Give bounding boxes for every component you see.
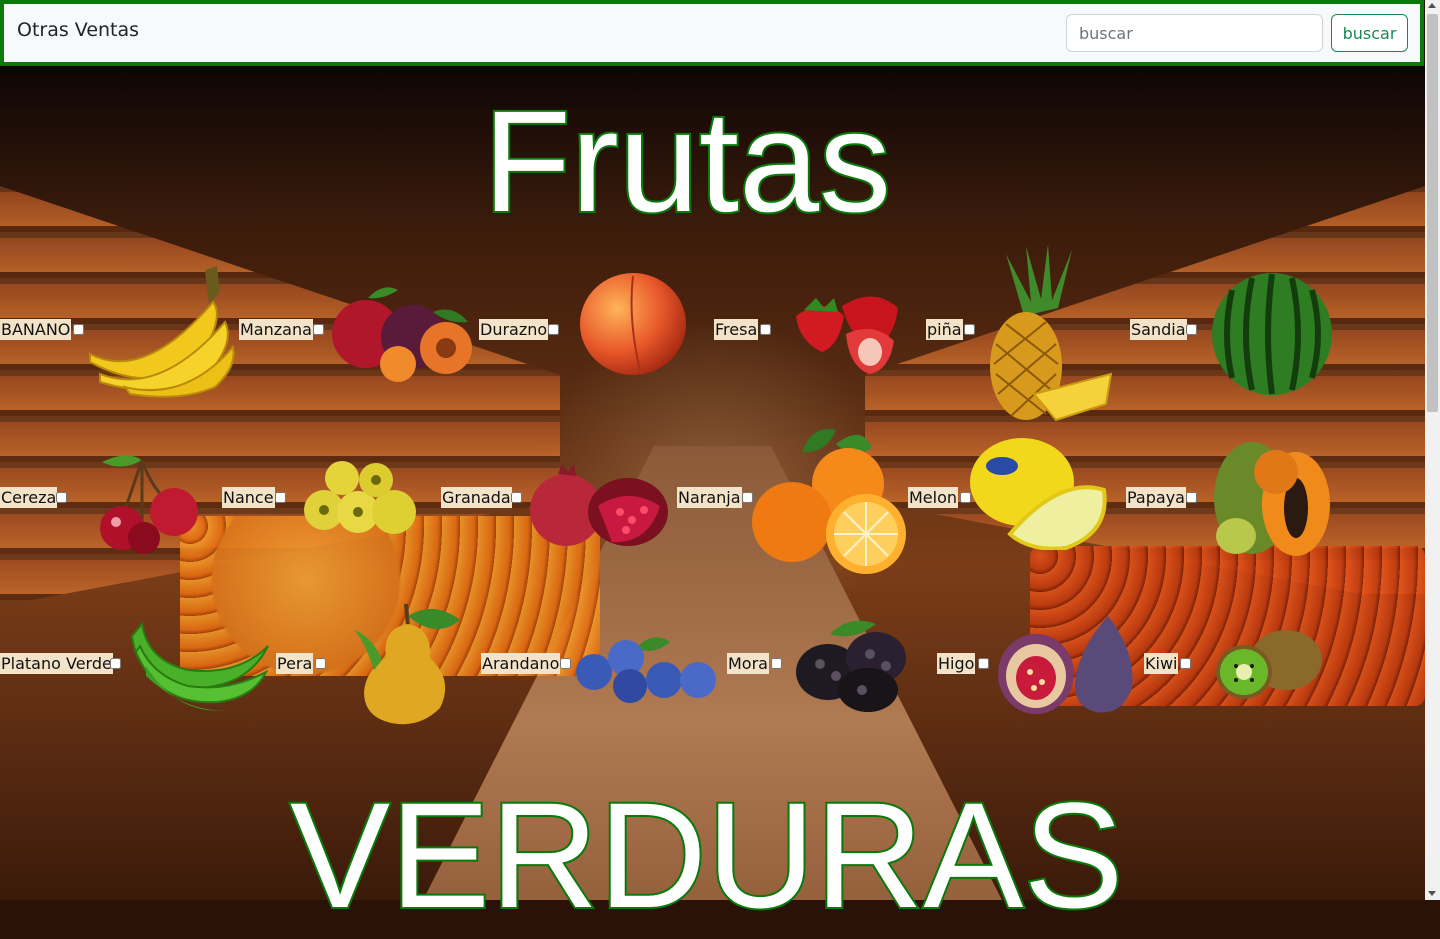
pomegranate-icon bbox=[530, 464, 668, 546]
fruit-label-platano-verde: Platano Verde bbox=[0, 653, 113, 674]
green-plantain-icon bbox=[130, 621, 269, 711]
fig-icon bbox=[998, 616, 1133, 714]
checkbox-naranja[interactable] bbox=[742, 492, 753, 503]
fruit-label-kiwi: Kiwi bbox=[1144, 653, 1179, 674]
fruit-label-cereza: Cereza bbox=[0, 487, 58, 508]
blackberry-icon bbox=[796, 620, 906, 712]
blueberry-icon bbox=[576, 637, 716, 703]
fruit-label-arandano: Arandano bbox=[481, 653, 561, 674]
watermelon-icon bbox=[1212, 273, 1332, 395]
checkbox-banano[interactable] bbox=[73, 324, 84, 335]
kiwi-icon bbox=[1216, 630, 1322, 699]
fruit-label-nance: Nance bbox=[222, 487, 275, 508]
cherry-icon bbox=[100, 455, 198, 554]
apple-icon bbox=[332, 287, 472, 382]
orange-icon bbox=[752, 428, 906, 574]
scroll-up-arrow-icon[interactable] bbox=[1428, 3, 1436, 8]
checkbox-nance[interactable] bbox=[275, 492, 286, 503]
scrollbar-thumb[interactable] bbox=[1427, 14, 1438, 412]
checkbox-sandia[interactable] bbox=[1186, 324, 1197, 335]
fruit-label-sandia: Sandia bbox=[1130, 319, 1187, 340]
fruit-label-granada: Granada bbox=[441, 487, 512, 508]
pear-icon bbox=[354, 603, 460, 725]
fruit-label-naranja: Naranja bbox=[677, 487, 742, 508]
page-scrollbar[interactable] bbox=[1425, 0, 1440, 900]
fruit-label-durazno: Durazno bbox=[479, 319, 549, 340]
checkbox-pera[interactable] bbox=[315, 658, 326, 669]
checkbox-kiwi[interactable] bbox=[1180, 658, 1191, 669]
fruit-label-pera: Pera bbox=[276, 653, 314, 674]
checkbox-durazno[interactable] bbox=[548, 324, 559, 335]
fruit-label-higo: Higo bbox=[937, 653, 976, 674]
fruit-label-papaya: Papaya bbox=[1126, 487, 1186, 508]
checkbox-arandano[interactable] bbox=[560, 658, 571, 669]
strawberry-icon bbox=[796, 296, 898, 374]
fruit-label-pina: piña bbox=[926, 319, 963, 340]
checkbox-platano-verde[interactable] bbox=[110, 658, 121, 669]
checkbox-fresa[interactable] bbox=[760, 324, 771, 335]
checkbox-melon[interactable] bbox=[960, 492, 971, 503]
navbar-brand[interactable]: Otras Ventas bbox=[17, 19, 139, 41]
verduras-heading: VERDURAS bbox=[288, 771, 1125, 939]
banana-icon bbox=[89, 266, 235, 398]
papaya-icon bbox=[1214, 442, 1330, 556]
checkbox-mora[interactable] bbox=[771, 658, 782, 669]
scroll-down-arrow-icon[interactable] bbox=[1428, 891, 1436, 896]
search-button[interactable]: buscar bbox=[1331, 14, 1408, 52]
fruit-label-fresa: Fresa bbox=[714, 319, 759, 340]
nance-icon bbox=[304, 461, 416, 534]
fruit-label-mora: Mora bbox=[727, 653, 769, 674]
fruit-label-manzana: Manzana bbox=[239, 319, 313, 340]
pineapple-icon bbox=[990, 244, 1113, 422]
checkbox-higo[interactable] bbox=[978, 658, 989, 669]
melon-icon bbox=[970, 438, 1107, 550]
checkbox-papaya[interactable] bbox=[1186, 492, 1197, 503]
search-input[interactable] bbox=[1066, 14, 1323, 52]
fruit-label-melon: Melon bbox=[908, 487, 959, 508]
peach-icon bbox=[580, 273, 686, 375]
checkbox-manzana[interactable] bbox=[313, 324, 324, 335]
checkbox-granada[interactable] bbox=[511, 492, 522, 503]
top-navbar: Otras Ventas buscar bbox=[0, 0, 1424, 66]
frutas-heading: Frutas bbox=[481, 81, 893, 242]
fruit-label-banano: BANANO bbox=[0, 319, 72, 340]
checkbox-pina[interactable] bbox=[964, 324, 975, 335]
checkbox-cereza[interactable] bbox=[56, 492, 67, 503]
